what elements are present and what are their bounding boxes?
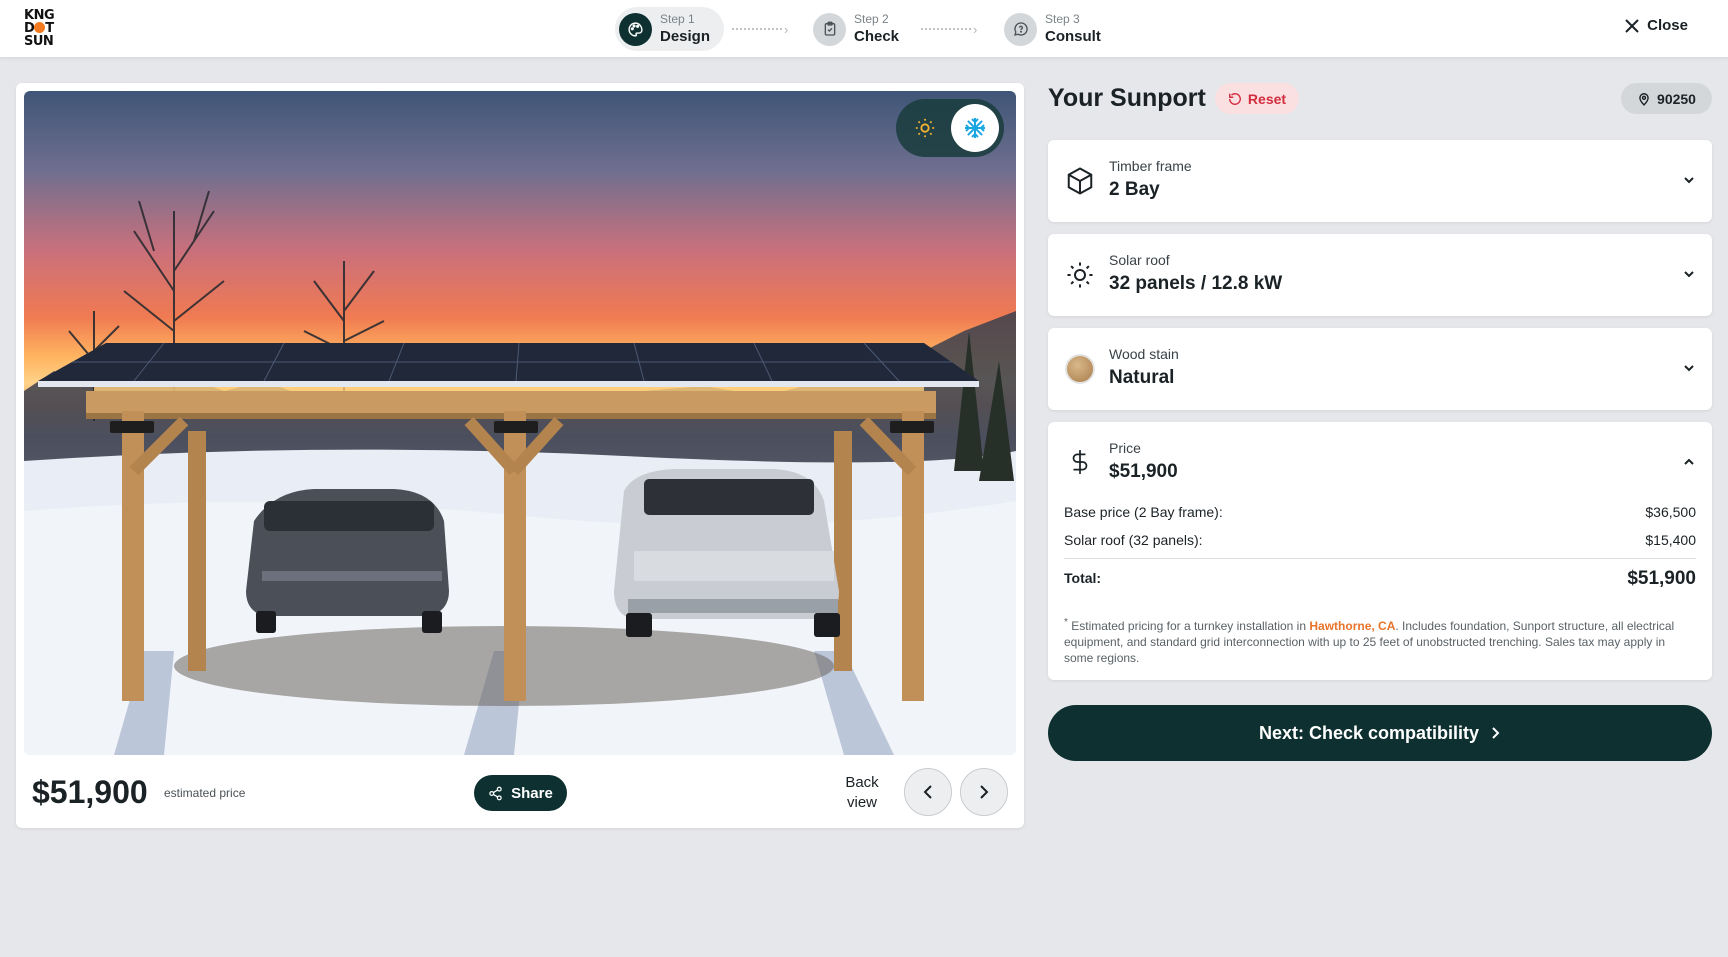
sunport-render-image [24,91,1016,755]
step-consult[interactable]: Step 3 Consult [1000,7,1115,51]
reset-button[interactable]: Reset [1215,83,1299,114]
price-breakdown-card: Price $51,900 Base price (2 Bay frame): … [1048,422,1712,680]
timber-frame-option[interactable]: Timber frame 2 Bay [1048,140,1712,222]
view-label-line2: view [846,794,877,811]
step-name: Check [854,28,900,45]
disclaimer-text: Estimated pricing for a turnkey installa… [1067,619,1310,633]
pricing-disclaimer: * Estimated pricing for a turnkey instal… [1064,615,1694,666]
step-check[interactable]: Step 2 Check [809,7,913,51]
step-name: Design [660,28,711,45]
chevron-up-icon[interactable] [1682,455,1696,469]
product-viewer: $51,900 estimated price Share Back view [16,83,1024,828]
price-label: Price [1109,440,1141,456]
option-value: 32 panels / 12.8 kW [1109,273,1283,294]
step-connector [732,28,782,30]
chat-bubble-icon [1004,12,1037,46]
disclaimer-location[interactable]: Hawthorne, CA [1309,619,1395,633]
top-header: KNG DT SUN Step 1 Design › Step 2 Check [0,0,1728,58]
price-row-solar: Solar roof (32 panels): $15,400 [1064,532,1696,548]
price-value: $51,900 [1109,461,1178,482]
chevron-left-icon [923,785,932,799]
clipboard-check-icon [813,12,846,46]
share-button[interactable]: Share [474,775,567,811]
close-button[interactable]: Close [1625,17,1688,34]
location-pin-icon [1639,92,1649,106]
view-label-line1: Back [845,774,879,791]
close-label: Close [1647,17,1688,34]
chevron-right-icon: › [973,22,978,37]
estimated-price-caption: estimated price [164,786,246,800]
divider [1064,558,1696,559]
winter-option[interactable] [951,104,999,152]
palette-icon [619,12,652,46]
season-toggle[interactable] [896,99,1004,157]
summer-option[interactable] [901,104,949,152]
brand-logo[interactable]: KNG DT SUN [24,9,66,49]
price-row-label: Base price (2 Bay frame): [1064,504,1223,520]
zip-code: 90250 [1657,90,1696,107]
wood-stain-option[interactable]: Wood stain Natural [1048,328,1712,410]
chevron-down-icon [1684,271,1694,278]
chevron-right-icon [1492,727,1500,739]
chevron-down-icon [1684,177,1694,184]
cube-icon [1064,165,1096,197]
price-row-value: $36,500 [1645,504,1696,520]
option-value: 2 Bay [1109,179,1160,200]
chevron-down-icon [1684,365,1694,372]
step-design[interactable]: Step 1 Design [615,7,725,51]
chevron-right-icon [980,785,989,799]
close-icon [1625,18,1639,33]
wood-swatch [1064,353,1096,385]
solar-roof-option[interactable]: Solar roof 32 panels / 12.8 kW [1048,234,1712,316]
chevron-right-icon: › [784,22,789,37]
sun-icon [1064,259,1096,291]
reset-label: Reset [1247,90,1287,107]
view-label: Back view [842,773,882,813]
price-row-base: Base price (2 Bay frame): $36,500 [1064,504,1696,520]
estimated-price: $51,900 [32,774,148,810]
previous-view-button[interactable] [904,768,952,816]
share-label: Share [511,784,553,802]
next-check-compatibility-button[interactable]: Next: Check compatibility [1048,705,1712,761]
snowflake-icon [965,118,985,138]
total-label: Total: [1064,570,1102,586]
price-row-label: Solar roof (32 panels): [1064,532,1203,548]
config-title: Your Sunport [1048,84,1206,112]
step-connector [921,28,971,30]
sun-icon [915,118,935,138]
total-value: $51,900 [1627,568,1696,589]
option-label: Timber frame [1109,158,1192,174]
option-label: Solar roof [1109,252,1170,268]
dollar-icon [1064,446,1096,478]
step-name: Consult [1045,28,1101,45]
step-number: Step 3 [1045,12,1080,26]
option-value: Natural [1109,367,1175,388]
option-label: Wood stain [1109,346,1179,362]
step-progress: Step 1 Design › Step 2 Check › Step 3 Co… [615,7,1135,51]
step-number: Step 2 [854,12,889,26]
next-label: Next: Check compatibility [1258,722,1480,743]
price-row-value: $15,400 [1645,532,1696,548]
share-icon [489,786,502,800]
zip-code-badge[interactable]: 90250 [1621,83,1712,114]
step-number: Step 1 [660,12,695,26]
reset-icon [1228,92,1241,105]
next-view-button[interactable] [960,768,1008,816]
